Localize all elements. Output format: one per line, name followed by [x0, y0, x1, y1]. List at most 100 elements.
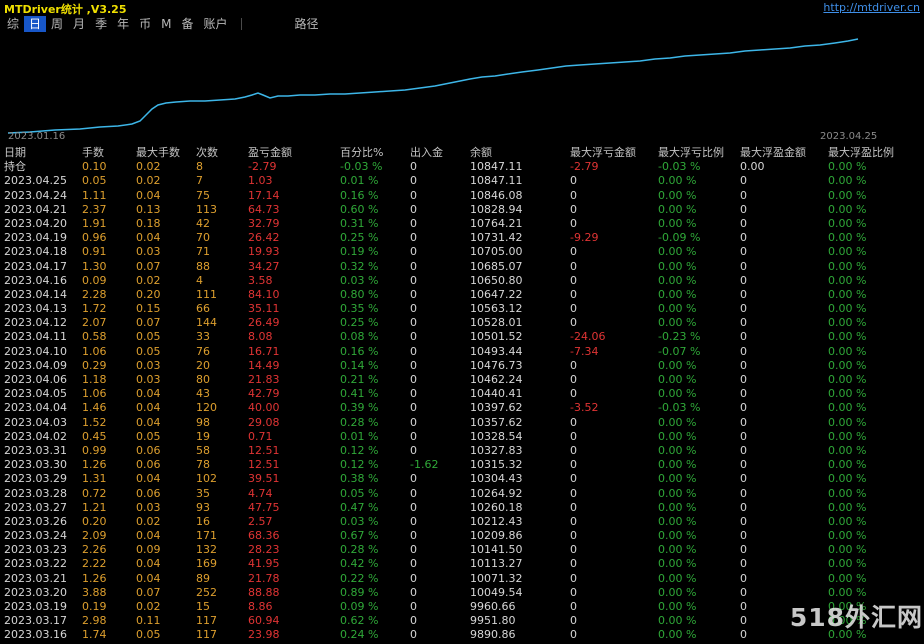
table-row[interactable]: 2023.04.241.110.047517.140.16 %010846.08…: [0, 189, 924, 203]
table-cell: -1.62: [410, 458, 470, 472]
table-cell: 2023.03.19: [4, 600, 82, 614]
table-row[interactable]: 2023.04.101.060.057616.710.16 %010493.44…: [0, 345, 924, 359]
table-cell: 0: [410, 444, 470, 458]
table-row[interactable]: 2023.04.190.960.047026.420.25 %010731.42…: [0, 231, 924, 245]
menu-item-path[interactable]: 路径: [290, 15, 324, 32]
table-row[interactable]: 2023.03.222.220.0416941.950.42 %010113.2…: [0, 557, 924, 571]
table-cell: 9960.66: [470, 600, 570, 614]
table-row[interactable]: 2023.03.172.980.1111760.940.62 %09951.80…: [0, 614, 924, 628]
table-row[interactable]: 2023.04.110.580.05338.080.08 %010501.52-…: [0, 330, 924, 344]
table-row[interactable]: 2023.04.051.060.044342.790.41 %010440.41…: [0, 387, 924, 401]
table-cell: 2023.04.03: [4, 416, 82, 430]
equity-curve-line: [8, 39, 858, 133]
table-row[interactable]: 2023.04.171.300.078834.270.32 %010685.07…: [0, 260, 924, 274]
table-row[interactable]: 2023.03.301.260.067812.510.12 %-1.621031…: [0, 458, 924, 472]
table-cell: 26.49: [248, 316, 340, 330]
menu-item-4[interactable]: 季: [90, 16, 112, 32]
app-url-link[interactable]: http://mtdriver.cn: [823, 1, 920, 14]
table-cell: 0.00 %: [658, 472, 740, 486]
table-cell: 2023.04.02: [4, 430, 82, 444]
table-row[interactable]: 2023.04.201.910.184232.790.31 %010764.21…: [0, 217, 924, 231]
table-row[interactable]: 2023.03.232.260.0913228.230.28 %010141.5…: [0, 543, 924, 557]
table-row[interactable]: 2023.03.271.210.039347.750.47 %010260.18…: [0, 501, 924, 515]
table-cell: 0.04: [136, 416, 196, 430]
table-cell: 4.74: [248, 487, 340, 501]
table-header-cell-1: 手数: [82, 146, 136, 160]
table-cell: 2023.03.29: [4, 472, 82, 486]
table-row[interactable]: 2023.03.203.880.0725288.880.89 %010049.5…: [0, 586, 924, 600]
table-cell: 0.24 %: [340, 628, 410, 642]
table-cell: 2023.04.09: [4, 359, 82, 373]
table-cell: 0.19: [82, 600, 136, 614]
menu-item-7[interactable]: M: [156, 16, 176, 32]
table-cell: 75: [196, 189, 248, 203]
table-row[interactable]: 2023.04.250.050.0271.030.01 %010847.1100…: [0, 174, 924, 188]
table-row[interactable]: 2023.03.242.090.0417168.360.67 %010209.8…: [0, 529, 924, 543]
table-cell: 0: [410, 260, 470, 274]
table-cell: 0: [740, 288, 828, 302]
table-cell: 19: [196, 430, 248, 444]
menu-item-0[interactable]: 综: [2, 16, 24, 32]
table-row[interactable]: 2023.04.090.290.032014.490.14 %010476.73…: [0, 359, 924, 373]
table-cell: 0.10: [82, 160, 136, 174]
menu-item-8[interactable]: 备: [176, 16, 198, 32]
menu-item-6[interactable]: 币: [134, 16, 156, 32]
table-cell: 10304.43: [470, 472, 570, 486]
table-cell: 2023.03.21: [4, 572, 82, 586]
table-cell: 2.09: [82, 529, 136, 543]
table-cell: 0: [740, 373, 828, 387]
table-cell: 0.00 %: [828, 515, 924, 529]
table-cell: 0.41 %: [340, 387, 410, 401]
table-row[interactable]: 2023.04.142.280.2011184.100.80 %010647.2…: [0, 288, 924, 302]
table-cell: 68.36: [248, 529, 340, 543]
table-row[interactable]: 2023.04.160.090.0243.580.03 %010650.8000…: [0, 274, 924, 288]
menu-item-5[interactable]: 年: [112, 16, 134, 32]
table-cell: 0: [570, 373, 658, 387]
table-cell: 0.05: [136, 628, 196, 642]
table-header-cell-8: 最大浮亏金额: [570, 146, 658, 160]
table-cell: 0: [570, 302, 658, 316]
table-row[interactable]: 2023.04.212.370.1311364.730.60 %010828.9…: [0, 203, 924, 217]
table-row[interactable]: 2023.03.190.190.02158.860.09 %09960.6600…: [0, 600, 924, 614]
table-row[interactable]: 2023.04.131.720.156635.110.35 %010563.12…: [0, 302, 924, 316]
table-cell: 35.11: [248, 302, 340, 316]
table-row[interactable]: 2023.03.291.310.0410239.510.38 %010304.4…: [0, 472, 924, 486]
table-row[interactable]: 2023.04.061.180.038021.830.21 %010462.24…: [0, 373, 924, 387]
table-cell: 10476.73: [470, 359, 570, 373]
table-row[interactable]: 2023.03.310.990.065812.510.12 %010327.83…: [0, 444, 924, 458]
table-cell: 0.00 %: [658, 260, 740, 274]
table-row[interactable]: 2023.04.031.520.049829.080.28 %010357.62…: [0, 416, 924, 430]
table-cell: 60.94: [248, 614, 340, 628]
table-cell: 42.79: [248, 387, 340, 401]
table-cell: 0: [410, 557, 470, 571]
menu-item-2[interactable]: 周: [46, 16, 68, 32]
table-cell: 0: [740, 614, 828, 628]
table-cell: 0: [740, 487, 828, 501]
table-row[interactable]: 2023.03.280.720.06354.740.05 %010264.920…: [0, 487, 924, 501]
table-row[interactable]: 2023.04.122.070.0714426.490.25 %010528.0…: [0, 316, 924, 330]
table-cell: 21.83: [248, 373, 340, 387]
table-cell: 0: [570, 444, 658, 458]
table-cell: 1.91: [82, 217, 136, 231]
menu-item-3[interactable]: 月: [68, 16, 90, 32]
table-cell: 0: [740, 387, 828, 401]
table-row[interactable]: 2023.03.161.740.0511723.980.24 %09890.86…: [0, 628, 924, 642]
table-cell: 8.86: [248, 600, 340, 614]
menu-item-9[interactable]: 账户: [198, 16, 232, 32]
table-cell: 0.28 %: [340, 416, 410, 430]
table-cell: 0: [740, 543, 828, 557]
table-row[interactable]: 2023.04.020.450.05190.710.01 %010328.540…: [0, 430, 924, 444]
table-cell: 0.60 %: [340, 203, 410, 217]
table-cell: 0.00 %: [658, 444, 740, 458]
table-cell: 0.00 %: [828, 401, 924, 415]
table-cell: 2023.03.23: [4, 543, 82, 557]
table-row[interactable]: 持仓0.100.028-2.79-0.03 %010847.11-2.79-0.…: [0, 160, 924, 174]
table-row[interactable]: 2023.03.211.260.048921.780.22 %010071.32…: [0, 572, 924, 586]
menu-item-1[interactable]: 日: [24, 16, 46, 32]
table-row[interactable]: 2023.04.041.460.0412040.000.39 %010397.6…: [0, 401, 924, 415]
table-cell: 0: [740, 401, 828, 415]
table-row[interactable]: 2023.03.260.200.02162.570.03 %010212.430…: [0, 515, 924, 529]
table-row[interactable]: 2023.04.180.910.037119.930.19 %010705.00…: [0, 245, 924, 259]
table-cell: 0: [570, 529, 658, 543]
table-cell: 2023.03.31: [4, 444, 82, 458]
